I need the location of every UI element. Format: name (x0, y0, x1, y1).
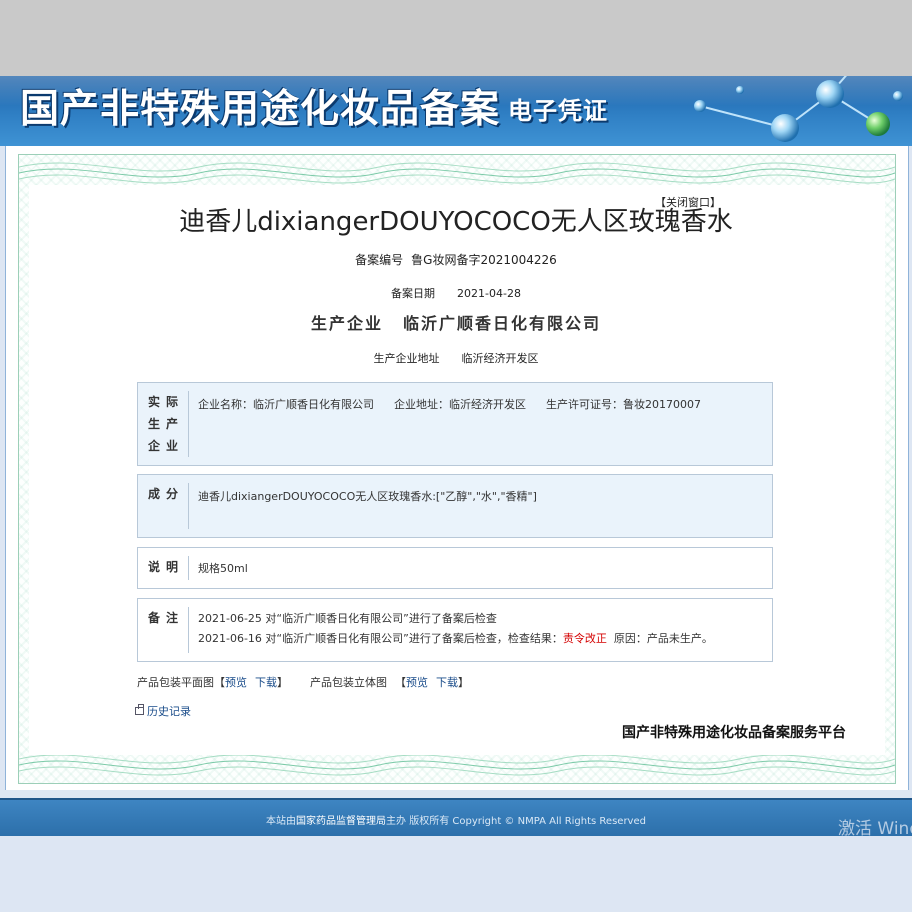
footer-org: 国家药品监督管理局 (296, 816, 387, 827)
page-bottom-area (0, 836, 912, 912)
description-label: 说明 (147, 560, 184, 574)
producer-address-value: 临沂经济开发区 (461, 352, 539, 365)
footer-copyright: 本站由国家药品监督管理局主办 版权所有 Copyright © NMPA All… (266, 816, 646, 827)
producer-label: 生产企业 (310, 314, 383, 333)
history-icon (135, 704, 144, 715)
description-box: 说明 规格50ml (137, 547, 773, 589)
package-links-row: 产品包装平面图【预览 下载】 产品包装立体图 【预览 下载】 (137, 676, 469, 689)
stereo-package-label: 产品包装立体图 (310, 676, 387, 689)
box-divider (188, 391, 189, 457)
certificate-content-area (29, 185, 885, 755)
producer-address-row: 生产企业地址 临沂经济开发区 (0, 350, 912, 366)
actual-producer-box: 实际 生产 企业 企业名称：临沂广顺香日化有限公司 企业地址：临沂经济开发区 生产许… (137, 382, 773, 466)
production-license: 生产许可证号：鲁妆20170007 (546, 398, 701, 411)
platform-name: 国产非特殊用途化妆品备案服务平台 (622, 725, 846, 741)
inspection-result: 责令改正 (562, 632, 607, 645)
actual-producer-info: 企业名称：临沂广顺香日化有限公司 企业地址：临沂经济开发区 生产许可证号：鲁妆201… (198, 395, 762, 415)
molecule-decoration-icon (694, 76, 903, 142)
remarks-text: 2021-06-25 对“临沂广顺香日化有限公司”进行了备案后检查 2021-0… (198, 609, 762, 649)
history-record-link[interactable]: 历史记录 (135, 703, 191, 719)
product-name-title: 迪香儿dixiangerDOUYOCOCO无人区玫瑰香水 (179, 207, 733, 237)
producer-value: 临沂广顺香日化有限公司 (403, 314, 602, 333)
record-number-value: 鲁G妆网备字2021004226 (411, 253, 557, 267)
box-divider (188, 607, 189, 653)
producer-address-label: 生产企业地址 (373, 352, 440, 365)
company-name: 企业名称：临沂广顺香日化有限公司 (198, 398, 374, 411)
flat-preview-link[interactable]: 预览 (225, 676, 247, 689)
remarks-box: 备注 2021-06-25 对“临沂广顺香日化有限公司”进行了备案后检查 202… (137, 598, 773, 662)
header-banner: 国产非特殊用途化妆品备案 电子凭证 (0, 76, 912, 146)
ingredients-text: 迪香儿dixiangerDOUYOCOCO无人区玫瑰香水:["乙醇","水","… (198, 490, 537, 503)
actual-producer-label: 实际 生产 企业 (147, 395, 184, 453)
producer-row: 生产企业 临沂广顺香日化有限公司 (0, 310, 912, 334)
box-divider (188, 483, 189, 529)
description-text: 规格50ml (198, 562, 248, 575)
banner-subtitle: 电子凭证 (508, 96, 608, 125)
certificate-frame (5, 146, 909, 790)
record-number-row: 备案编号 鲁G妆网备字2021004226 (0, 251, 912, 268)
record-date-value: 2021-04-28 (457, 287, 521, 300)
top-gray-strip (0, 0, 912, 76)
ingredients-box: 成分 迪香儿dixiangerDOUYOCOCO无人区玫瑰香水:["乙醇","水… (137, 474, 773, 538)
stereo-download-link[interactable]: 下载 (436, 676, 458, 689)
remarks-label: 备注 (147, 611, 184, 625)
ingredients-label: 成分 (147, 487, 184, 501)
flat-package-label: 产品包装平面图 (137, 676, 214, 689)
flat-download-link[interactable]: 下载 (255, 676, 277, 689)
company-address: 企业地址：临沂经济开发区 (394, 398, 526, 411)
remark-line-2: 2021-06-16 对“临沂广顺香日化有限公司”进行了备案后检查，检查结果：责… (198, 632, 713, 645)
stereo-preview-link[interactable]: 预览 (406, 676, 428, 689)
record-date-label: 备案日期 (391, 287, 436, 300)
box-divider (188, 556, 189, 580)
record-number-label: 备案编号 (355, 253, 404, 267)
remark-line-1: 2021-06-25 对“临沂广顺香日化有限公司”进行了备案后检查 (198, 612, 497, 625)
banner-title: 国产非特殊用途化妆品备案 (20, 86, 501, 132)
record-date-row: 备案日期 2021-04-28 (0, 285, 912, 301)
